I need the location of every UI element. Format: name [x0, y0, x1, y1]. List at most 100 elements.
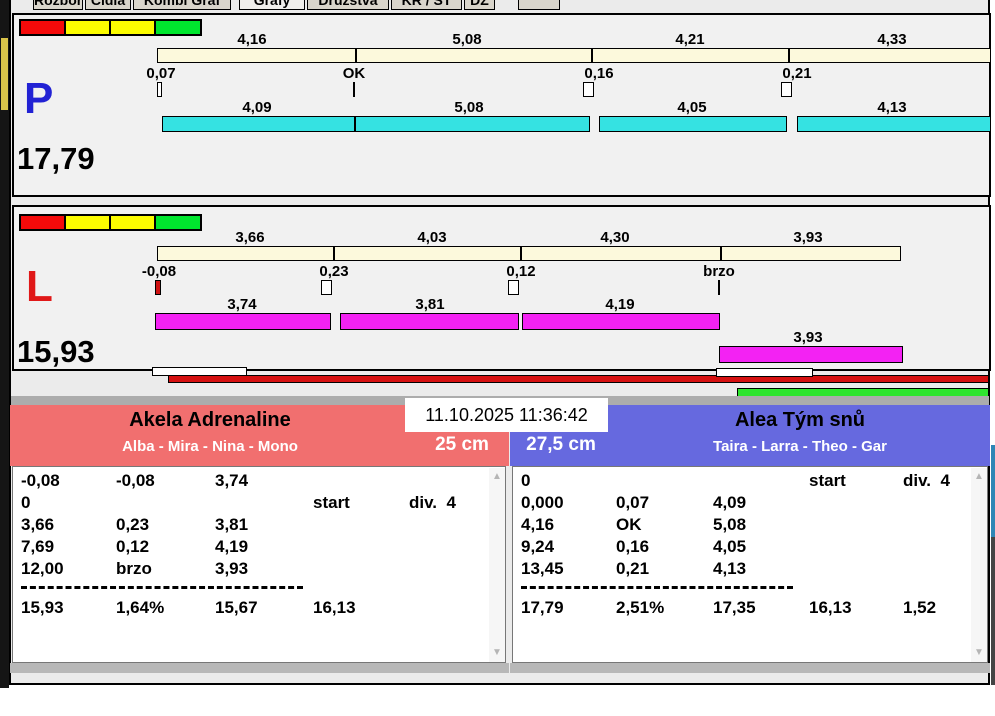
team-left-name: Akela Adrenaline: [129, 409, 291, 431]
tab-druzstva[interactable]: Družstva: [307, 0, 389, 10]
cell: 0: [521, 471, 531, 490]
p-segment-time: 5,08: [452, 31, 482, 48]
scroll-up-icon[interactable]: ▲: [489, 470, 505, 484]
tab-dz[interactable]: DZ: [464, 0, 495, 10]
total-cell: 1,64%: [116, 598, 165, 617]
cell: 4,05: [713, 537, 747, 556]
p-exchange-mark: 0,16: [584, 65, 614, 82]
l-run-bar: [340, 313, 519, 330]
p-exchange-mark: 0,07: [146, 65, 176, 82]
cell: 3,74: [215, 471, 249, 490]
p-exchange-tick-line: [353, 82, 355, 97]
tab-kombi-graf[interactable]: Kombi Graf: [133, 0, 231, 10]
bar-divider: [788, 48, 790, 63]
lane-l-total-time: 15,93: [17, 334, 95, 369]
vertical-scrollbar[interactable]: ▲ ▼: [489, 468, 505, 662]
cell: OK: [616, 515, 642, 534]
cell: 3,66: [21, 515, 55, 534]
cell: 0,000: [521, 493, 564, 512]
lane-p-total-time: 17,79: [17, 141, 95, 176]
p-total-bar: [157, 48, 991, 63]
l-late-run-bar: [719, 346, 903, 363]
scroll-down-icon[interactable]: ▼: [971, 646, 987, 660]
total-cell: 16,13: [809, 598, 852, 617]
p-run-bar: [599, 116, 787, 132]
l-segment-time: 3,93: [793, 229, 823, 246]
cell: 0,12: [116, 537, 150, 556]
p-run-time: 4,05: [677, 99, 707, 116]
cell: start: [809, 471, 846, 490]
totals-separator: [521, 586, 793, 589]
l-exchange-mark: 0,12: [506, 263, 536, 280]
horizontal-scrollbar[interactable]: [510, 663, 990, 673]
l-exchange-tick-fault: [155, 280, 161, 295]
team-left-category: 25 cm: [435, 434, 489, 455]
total-cell: 16,13: [313, 598, 356, 617]
l-exchange-tick-box: [321, 280, 332, 295]
cell: 0,07: [616, 493, 650, 512]
cell: start: [313, 493, 350, 512]
light-red: [19, 19, 66, 36]
total-cell: 17,35: [713, 598, 756, 617]
team-left-table[interactable]: -0,08 -0,08 3,74 0 start div. 4 3,66 0,2…: [12, 466, 506, 663]
bar-divider: [591, 48, 593, 63]
p-run-bar: [162, 116, 590, 132]
scroll-down-icon[interactable]: ▼: [489, 646, 505, 660]
tab-blank[interactable]: [518, 0, 560, 10]
team-left-members: Alba - Mira - Nina - Mono: [122, 438, 298, 455]
lane-l-letter: L: [26, 262, 53, 311]
total-cell: 2,51%: [616, 598, 665, 617]
cell: 0,23: [116, 515, 150, 534]
lane-p-panel: 4,16 5,08 4,21 4,33 0,07 OK 0,16 0,21 4,…: [12, 13, 991, 197]
bar-divider: [720, 246, 722, 261]
cell: 4,16: [521, 515, 555, 534]
vertical-scrollbar[interactable]: ▲ ▼: [971, 468, 987, 662]
cell: 0,21: [616, 559, 650, 578]
bar-divider: [355, 48, 357, 63]
l-exchange-tick-box: [508, 280, 519, 295]
p-exchange-mark: OK: [342, 65, 366, 82]
cell: div. 4: [903, 471, 950, 490]
strip-red-bar: [168, 375, 989, 383]
light-yellow-1: [64, 19, 111, 36]
l-exchange-mark: 0,23: [319, 263, 349, 280]
l-run-time: 3,81: [415, 296, 445, 313]
team-right-category: 27,5 cm: [526, 434, 596, 455]
cell: 4,19: [215, 537, 249, 556]
horizontal-scrollbar[interactable]: [10, 663, 509, 673]
tab-kr-st[interactable]: KR / ST: [391, 0, 462, 10]
tab-rozbor[interactable]: Rozbor: [33, 0, 83, 10]
p-run-time: 5,08: [454, 99, 484, 116]
l-segment-time: 3,66: [235, 229, 265, 246]
p-exchange-tick-box: [781, 82, 792, 97]
cell: 3,93: [215, 559, 249, 578]
bar-divider: [354, 116, 356, 132]
l-exchange-mark: brzo: [703, 263, 735, 280]
cell: div. 4: [409, 493, 456, 512]
l-late-run-time: 3,93: [793, 329, 823, 346]
app-screen: Rozbor Čidla Kombi Graf Grafy Družstva K…: [0, 0, 995, 716]
team-right-table[interactable]: 0 start div. 4 0,000 0,07 4,09 4,16 OK 5…: [512, 466, 988, 663]
tab-cidla[interactable]: Čidla: [85, 0, 131, 10]
cell: brzo: [116, 559, 152, 578]
cell: 7,69: [21, 537, 55, 556]
cell: 5,08: [713, 515, 747, 534]
p-run-bar: [797, 116, 991, 132]
l-exchange-mark: -0,08: [141, 263, 177, 280]
scroll-up-icon[interactable]: ▲: [971, 470, 987, 484]
cell: 4,09: [713, 493, 747, 512]
p-run-time: 4,09: [242, 99, 272, 116]
total-cell: 15,67: [215, 598, 258, 617]
l-run-bar: [155, 313, 331, 330]
desktop-backdrop-icon: [991, 445, 995, 537]
cell: 9,24: [521, 537, 555, 556]
p-exchange-tick-box: [583, 82, 594, 97]
team-left-panel: Akela Adrenaline Alba - Mira - Nina - Mo…: [10, 405, 509, 673]
total-cell: 15,93: [21, 598, 64, 617]
cell: 13,45: [521, 559, 564, 578]
lane-p-letter: P: [24, 74, 54, 123]
total-cell: 17,79: [521, 598, 564, 617]
team-right-name: Alea Tým snů: [734, 409, 866, 431]
tab-grafy[interactable]: Grafy: [239, 0, 305, 10]
p-run-time: 4,13: [877, 99, 907, 116]
